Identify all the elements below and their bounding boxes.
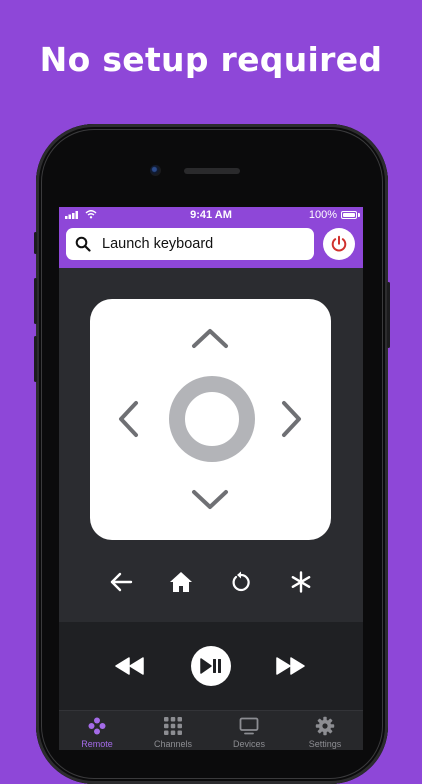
chevron-down-icon[interactable] bbox=[191, 489, 229, 511]
top-bar: Launch keyboard bbox=[59, 223, 363, 268]
rewind-icon bbox=[115, 657, 144, 675]
tab-label: Devices bbox=[232, 739, 265, 749]
replay-button[interactable] bbox=[226, 567, 256, 597]
app-screen: 9:41 AM 100% Launch keyboard Remote Chan… bbox=[59, 207, 363, 750]
earpiece-speaker bbox=[184, 168, 240, 174]
play-pause-icon bbox=[200, 658, 221, 674]
front-camera bbox=[150, 165, 161, 176]
mute-switch bbox=[34, 232, 37, 254]
nav-button-row bbox=[59, 567, 363, 597]
chevron-up-icon[interactable] bbox=[191, 327, 229, 349]
tab-channels[interactable]: Channels bbox=[135, 711, 211, 750]
chevron-right-icon[interactable] bbox=[281, 400, 303, 438]
battery-tip bbox=[358, 213, 360, 217]
status-bar: 9:41 AM 100% bbox=[59, 207, 363, 223]
battery-icon bbox=[341, 211, 357, 219]
tab-settings[interactable]: Settings bbox=[287, 711, 363, 750]
tv-icon bbox=[239, 717, 259, 735]
power-button[interactable] bbox=[323, 228, 355, 260]
asterisk-icon bbox=[291, 571, 311, 593]
fast-forward-button[interactable] bbox=[274, 652, 306, 680]
battery-percent: 100% bbox=[308, 209, 337, 221]
replay-icon bbox=[232, 571, 250, 592]
volume-down-button bbox=[34, 336, 37, 382]
play-pause-button[interactable] bbox=[191, 646, 231, 686]
side-power-button bbox=[387, 282, 390, 348]
ok-button[interactable] bbox=[169, 376, 255, 462]
rewind-button[interactable] bbox=[114, 652, 146, 680]
back-arrow-icon bbox=[110, 572, 133, 592]
grid-icon bbox=[164, 717, 182, 735]
tab-label: Settings bbox=[308, 739, 342, 749]
media-controls bbox=[59, 622, 363, 710]
tab-label: Channels bbox=[153, 739, 193, 749]
tab-label: Remote bbox=[81, 739, 113, 749]
gamepad-icon bbox=[88, 717, 106, 735]
headline: No setup required bbox=[39, 40, 383, 79]
fast-forward-icon bbox=[276, 657, 305, 675]
back-button[interactable] bbox=[106, 567, 136, 597]
gear-icon bbox=[315, 716, 335, 736]
home-button[interactable] bbox=[166, 567, 196, 597]
options-button[interactable] bbox=[286, 567, 316, 597]
launch-keyboard-label: Launch keyboard bbox=[102, 236, 214, 252]
dpad bbox=[90, 299, 331, 540]
tab-remote[interactable]: Remote bbox=[59, 711, 135, 750]
search-icon bbox=[75, 236, 91, 252]
chevron-left-icon[interactable] bbox=[117, 400, 139, 438]
tab-devices[interactable]: Devices bbox=[211, 711, 287, 750]
home-icon bbox=[170, 572, 192, 592]
power-icon bbox=[331, 235, 347, 252]
tab-bar: Remote Channels Devices Settings bbox=[59, 710, 363, 750]
launch-keyboard-button[interactable]: Launch keyboard bbox=[66, 228, 314, 260]
volume-up-button bbox=[34, 278, 37, 324]
